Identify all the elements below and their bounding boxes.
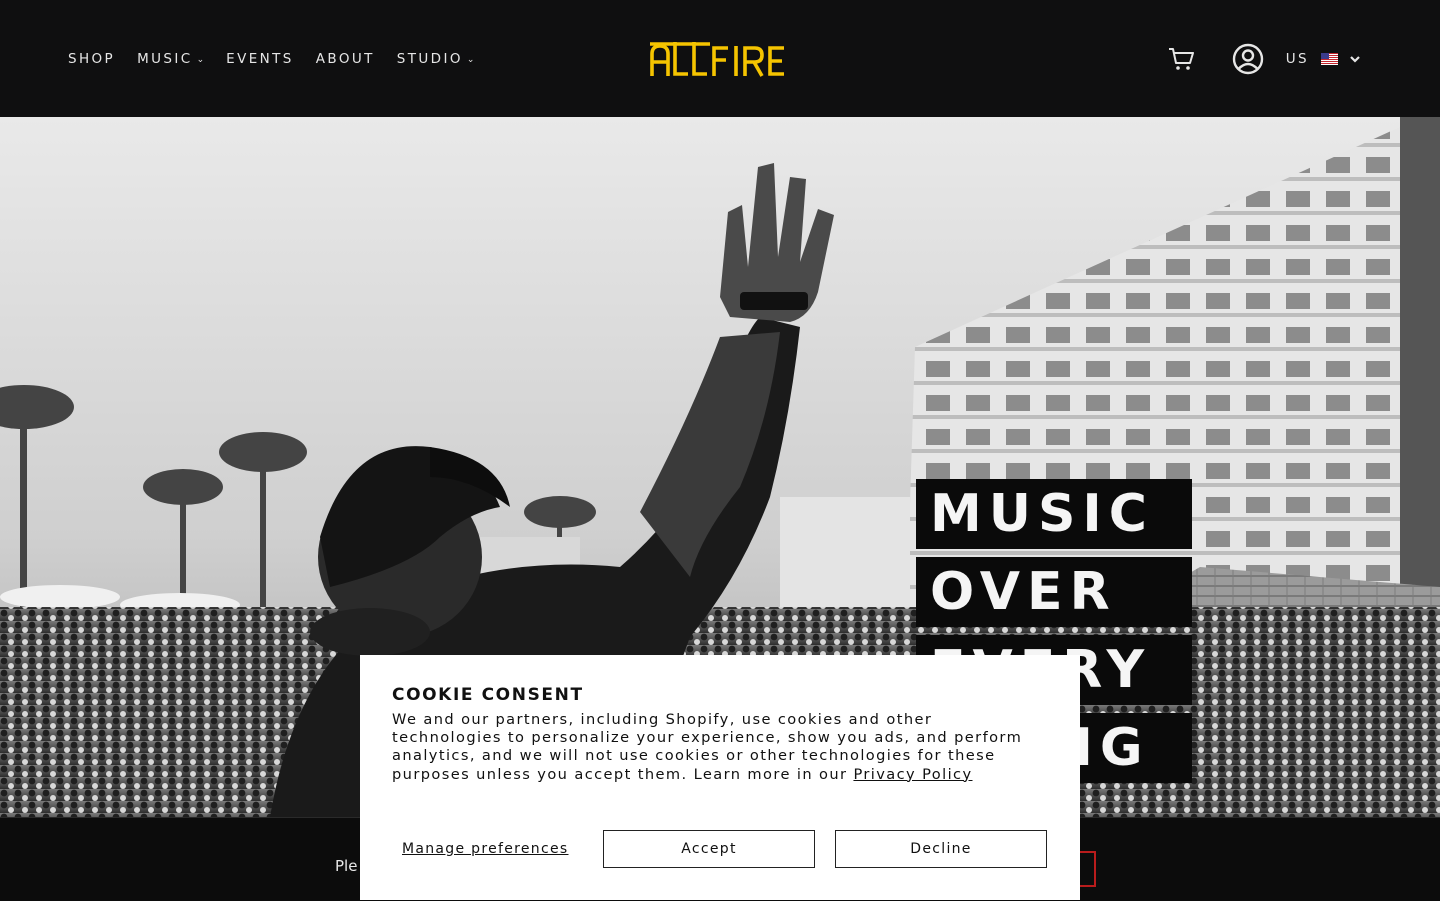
cookie-actions: Manage preferences Accept Decline [392, 830, 1048, 868]
privacy-policy-link[interactable]: Privacy Policy [853, 766, 972, 783]
header-tools: US [1168, 0, 1360, 117]
accept-button[interactable]: Accept [603, 830, 815, 868]
us-flag-icon [1321, 52, 1338, 65]
manage-preferences-button[interactable]: Manage preferences [402, 830, 569, 868]
allfire-logo[interactable] [650, 40, 792, 78]
cart-icon[interactable] [1168, 47, 1194, 71]
nav-events[interactable]: EVENTS [226, 51, 294, 67]
motto-line: MUSIC [916, 479, 1192, 549]
account-icon[interactable] [1232, 43, 1264, 75]
decline-button[interactable]: Decline [835, 830, 1047, 868]
chevron-down-icon [1350, 51, 1360, 67]
cookie-title: COOKIE CONSENT [392, 685, 584, 705]
chevron-down-icon: ⌄ [196, 54, 205, 65]
announcement-text: Ple [335, 857, 358, 875]
motto-line: OVER [916, 557, 1192, 627]
nav-about[interactable]: ABOUT [316, 51, 375, 67]
nav-studio[interactable]: STUDIO ⌄ [397, 51, 475, 67]
locale-label: US [1285, 50, 1309, 67]
site-header: SHOP MUSIC ⌄ EVENTS ABOUT STUDIO ⌄ US [0, 0, 1440, 117]
cookie-consent-dialog: COOKIE CONSENT We and our partners, incl… [360, 655, 1080, 900]
locale-selector[interactable]: US [1286, 51, 1360, 67]
nav-shop[interactable]: SHOP [68, 51, 115, 67]
chevron-down-icon: ⌄ [466, 54, 475, 65]
cookie-body: We and our partners, including Shopify, … [392, 711, 1042, 784]
main-nav: SHOP MUSIC ⌄ EVENTS ABOUT STUDIO ⌄ [68, 0, 474, 117]
nav-music[interactable]: MUSIC ⌄ [137, 51, 204, 67]
